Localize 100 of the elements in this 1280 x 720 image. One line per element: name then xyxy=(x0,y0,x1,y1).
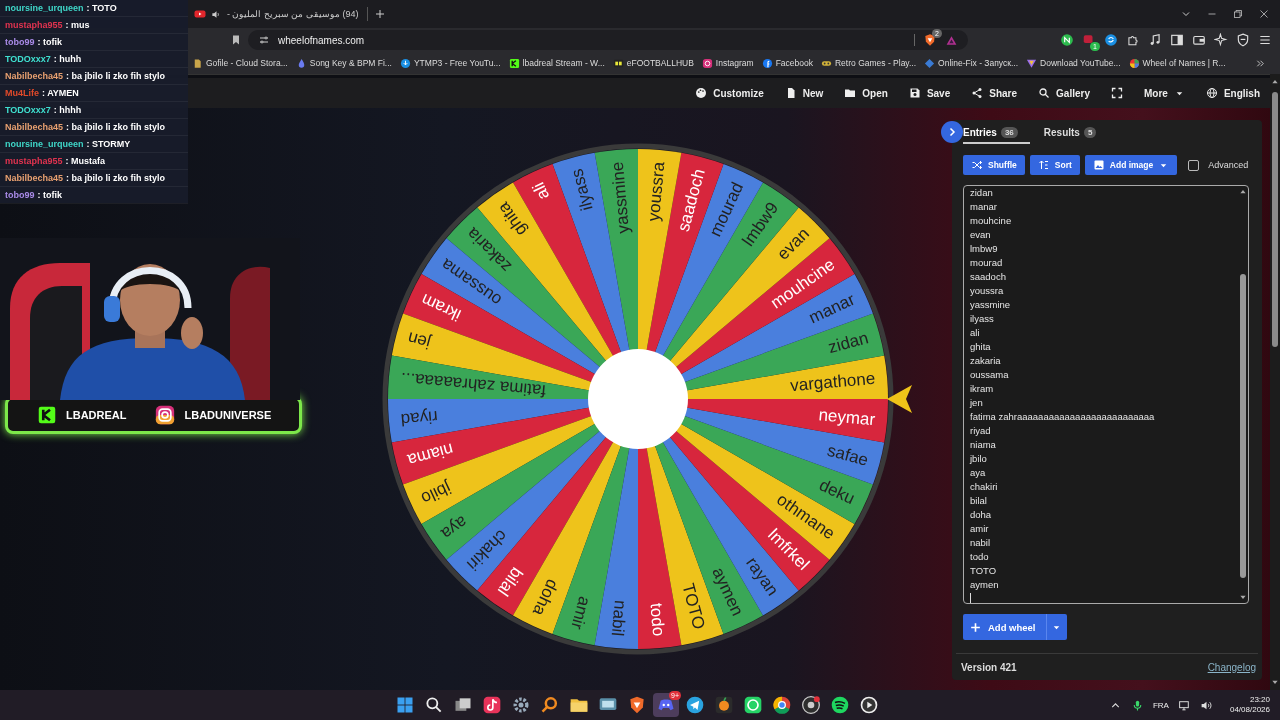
entry-name: doha xyxy=(970,508,993,522)
windows-icon[interactable] xyxy=(395,695,415,715)
bookmark-link[interactable]: Gofile - Cloud Stora... xyxy=(192,57,288,69)
bookmark-link[interactable]: YTMP3 - Free YouTu... xyxy=(399,57,501,69)
panel-tab[interactable]: Entries 36 xyxy=(963,122,1030,144)
paper-plane-icon[interactable] xyxy=(685,695,705,715)
entry-name: ilyass xyxy=(970,312,995,326)
circle-logo-icon[interactable] xyxy=(1104,33,1118,47)
tricolor-circle-icon[interactable] xyxy=(772,695,792,715)
header-button[interactable]: Open xyxy=(844,87,888,99)
sparkle-icon[interactable] xyxy=(1214,33,1228,47)
chat-username: tobo99 xyxy=(5,190,35,200)
shield-icon[interactable] xyxy=(627,695,647,715)
entry-name: manar xyxy=(970,200,998,214)
wheel-label: yassmine xyxy=(607,161,633,235)
wheel-label: jbilo xyxy=(418,478,454,509)
entry-name: ghita xyxy=(970,340,992,354)
bookmark-link[interactable]: Wheel of Names | R... xyxy=(1128,57,1226,69)
scrollbar[interactable] xyxy=(1270,74,1280,690)
bookmark-link[interactable]: Download YouTube... xyxy=(1026,57,1121,69)
wheel-label: safae xyxy=(825,440,871,470)
bookmark-link[interactable]: Retro Games - Play... xyxy=(821,57,917,69)
square-logo-icon xyxy=(508,57,520,69)
sound-waves-icon[interactable] xyxy=(830,695,850,715)
wheel-label: vargathone xyxy=(789,368,876,396)
bookmark-icon[interactable] xyxy=(230,34,242,46)
magnifier-icon[interactable] xyxy=(540,695,560,715)
header-button[interactable]: More xyxy=(1143,87,1185,99)
action-button[interactable]: Sort xyxy=(1029,155,1080,175)
circle-logo-icon[interactable] xyxy=(1060,33,1074,47)
camera-icon xyxy=(701,57,713,69)
bookmark-link[interactable]: eFOOTBALLHUB xyxy=(612,57,694,69)
restore-icon[interactable] xyxy=(1232,8,1244,20)
collapse-button[interactable] xyxy=(941,121,963,143)
shield-icon[interactable] xyxy=(923,33,937,47)
entry-name: jen xyxy=(970,396,984,410)
entry-name: oussama xyxy=(970,368,1010,382)
speaker-icon xyxy=(211,8,222,20)
shuffle-icon xyxy=(971,159,983,171)
bookmark-link[interactable]: lbadreal Stream - W... xyxy=(508,57,605,69)
music-note-icon[interactable] xyxy=(1148,33,1162,47)
bookmark-link[interactable]: Instagram xyxy=(701,57,754,69)
bookmark-link[interactable]: Facebook xyxy=(761,57,813,69)
clock-date[interactable]: 04/08/2026 xyxy=(1229,705,1270,715)
wheel-label: saadoch xyxy=(673,166,709,234)
download-icon xyxy=(399,57,411,69)
entry-name: ikram xyxy=(970,382,995,396)
puzzle-icon[interactable] xyxy=(1126,33,1140,47)
entries-field[interactable] xyxy=(963,185,1249,604)
chat-username: TODOxxx7 xyxy=(5,54,51,64)
clock-time[interactable]: 23:20 xyxy=(1249,695,1270,705)
phone-icon[interactable] xyxy=(743,695,763,715)
sidebar-icon[interactable] xyxy=(1170,33,1184,47)
record-circle-icon[interactable] xyxy=(801,695,821,715)
music-note-icon[interactable] xyxy=(482,695,502,715)
checkbox[interactable] xyxy=(1188,159,1200,171)
entry-name: yassmine xyxy=(970,298,1012,312)
play-logo-icon xyxy=(194,8,206,20)
wallet-icon[interactable] xyxy=(1192,33,1206,47)
shield-icon[interactable] xyxy=(1236,33,1250,47)
wheel-label: todo xyxy=(646,602,669,637)
text-cursor xyxy=(970,593,971,603)
triangle-icon[interactable] xyxy=(945,33,958,47)
chat-text: : AYMEN xyxy=(42,88,79,98)
fruit-icon[interactable] xyxy=(714,695,734,715)
new-tab-icon[interactable] xyxy=(373,8,386,20)
action-button[interactable]: Add image xyxy=(1084,155,1178,175)
bookmark-link[interactable]: Song Key & BPM Fi... xyxy=(295,57,392,69)
language-indicator[interactable]: FRA xyxy=(1152,700,1169,710)
wheel-label: nabil xyxy=(607,599,630,637)
fullscreen-button[interactable] xyxy=(1110,87,1123,99)
add-wheel-button[interactable]: Add wheel xyxy=(963,614,1046,640)
camera-icon xyxy=(154,405,175,425)
image-icon xyxy=(1092,159,1105,171)
monitor-icon[interactable] xyxy=(1177,698,1191,712)
bookmark-link[interactable]: Online-Fix - Запуск... xyxy=(924,57,1019,69)
changelog-link[interactable]: Changelog xyxy=(1207,661,1256,673)
header-button[interactable]: New xyxy=(784,87,824,99)
wheel-label: TOTO xyxy=(678,581,709,632)
wheel-label: doha xyxy=(528,576,562,619)
header-button[interactable]: English xyxy=(1205,87,1260,99)
play-icon[interactable] xyxy=(859,695,879,715)
menu-icon[interactable] xyxy=(1258,33,1272,47)
arrow-down-icon xyxy=(1271,678,1279,686)
action-button[interactable]: Shuffle xyxy=(963,155,1025,175)
gear-icon[interactable] xyxy=(511,695,531,715)
search-icon[interactable] xyxy=(424,695,444,715)
chat-text: : Mustafa xyxy=(65,156,106,166)
header-button[interactable]: Gallery xyxy=(1038,87,1090,99)
browser-tab[interactable]: (94) موسيقى من سبريح المليون - xyxy=(194,0,359,28)
header-button[interactable]: Save xyxy=(908,87,951,99)
entry-name: saadoch xyxy=(970,270,1007,284)
chat-text: : ba jbilo li zko fih stylo xyxy=(66,122,166,132)
wheel-hub[interactable] xyxy=(588,349,688,449)
entry-name: amir xyxy=(970,522,990,536)
header-button[interactable]: Customize xyxy=(695,87,764,99)
version-text: Version 421 xyxy=(961,661,1017,673)
close-icon[interactable] xyxy=(1258,8,1270,20)
header-button[interactable]: Share xyxy=(971,87,1018,99)
panel-tab[interactable]: Results 5 xyxy=(1043,122,1105,144)
